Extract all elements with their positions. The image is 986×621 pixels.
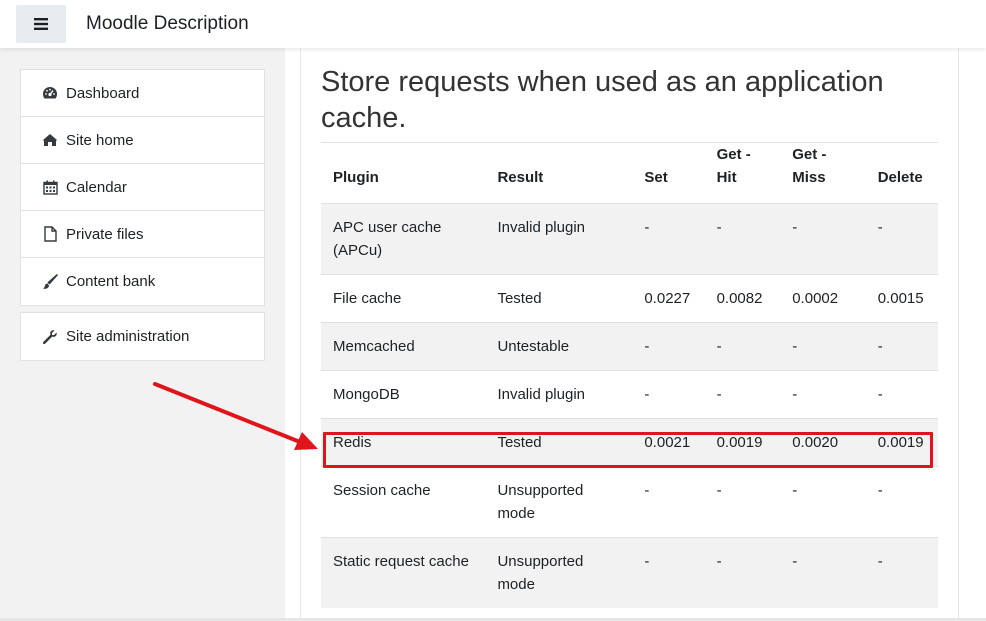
- cell-delete: -: [865, 466, 938, 538]
- cell-plugin: MongoDB: [321, 370, 486, 419]
- cell-get-hit: -: [704, 370, 781, 419]
- cell-plugin: Memcached: [321, 322, 486, 371]
- column-header-delete: Delete: [865, 142, 938, 204]
- nav-item-dashboard[interactable]: Dashboard: [21, 70, 264, 117]
- cell-get-miss: -: [780, 466, 866, 538]
- region-main-border-left: [300, 48, 301, 621]
- cell-get-hit: -: [704, 537, 781, 608]
- cell-delete: -: [865, 537, 938, 608]
- cell-get-miss: -: [780, 203, 866, 275]
- column-header-result: Result: [485, 142, 633, 204]
- table-row: File cache Tested 0.0227 0.0082 0.0002 0…: [321, 274, 938, 323]
- cell-get-hit: -: [704, 203, 781, 275]
- page-heading: Store requests when used as an applicati…: [321, 66, 884, 134]
- nav-item-content-bank[interactable]: Content bank: [21, 258, 264, 305]
- nav-item-label: Private files: [66, 225, 144, 243]
- cell-plugin: File cache: [321, 274, 486, 323]
- cell-set: 0.0227: [632, 274, 705, 323]
- table-row: Memcached Untestable - - - -: [321, 322, 938, 371]
- cell-set: -: [632, 466, 705, 538]
- cell-set: -: [632, 203, 705, 275]
- nav-item-site-home[interactable]: Site home: [21, 117, 264, 164]
- cell-delete: -: [865, 322, 938, 371]
- header-line: Hit: [716, 169, 737, 186]
- cell-result: Invalid plugin: [485, 370, 633, 419]
- table-header-row: Plugin Result Set Get - Hit Get - Miss Del…: [321, 142, 938, 204]
- column-header-plugin: Plugin: [321, 142, 486, 204]
- nav-item-label: Dashboard: [66, 84, 140, 102]
- cell-get-miss: -: [780, 537, 866, 608]
- cell-plugin: Session cache: [321, 466, 486, 538]
- header-line: Get -: [716, 146, 751, 163]
- cell-get-hit: -: [704, 466, 781, 538]
- file-icon: [41, 226, 59, 242]
- drawer-toggle-button[interactable]: [16, 5, 66, 43]
- table-row: Session cache Unsupported mode - - - -: [321, 466, 938, 538]
- column-header-get-hit: Get - Hit: [704, 142, 781, 204]
- cell-set: -: [632, 370, 705, 419]
- cell-plugin: APC user cache (APCu): [321, 203, 486, 275]
- nav-secondary-group: Site administration: [20, 312, 265, 361]
- calendar-icon: [41, 179, 59, 195]
- cache-performance-table: Plugin Result Set Get - Hit Get - Miss Del…: [321, 142, 938, 608]
- cell-result: Unsupported mode: [485, 537, 633, 608]
- cell-delete: -: [865, 370, 938, 419]
- cell-delete: 0.0015: [865, 274, 938, 323]
- hamburger-icon: [34, 18, 48, 30]
- cell-get-miss: -: [780, 370, 866, 419]
- table-row: MongoDB Invalid plugin - - - -: [321, 370, 938, 419]
- home-icon: [41, 132, 59, 148]
- cell-plugin: Static request cache: [321, 537, 486, 608]
- highlight-box: [323, 432, 933, 468]
- cell-get-miss: 0.0002: [780, 274, 866, 323]
- cell-set: -: [632, 537, 705, 608]
- cell-result: Unsupported mode: [485, 466, 633, 538]
- table-row: APC user cache (APCu) Invalid plugin - -…: [321, 203, 938, 275]
- nav-primary-group: Dashboard Site home Calendar Private fil…: [20, 69, 265, 306]
- header-line: Miss: [792, 169, 826, 186]
- nav-item-label: Site home: [66, 131, 134, 149]
- navbar: Moodle Description: [0, 0, 986, 48]
- cell-set: -: [632, 322, 705, 371]
- header-line: Get -: [792, 146, 827, 163]
- nav-item-label: Site administration: [66, 328, 190, 345]
- cell-result: Untestable: [485, 322, 633, 371]
- site-name-link[interactable]: Moodle Description: [86, 13, 249, 35]
- cell-result: Invalid plugin: [485, 203, 633, 275]
- nav-item-label: Content bank: [66, 273, 156, 290]
- tachometer-icon: [41, 85, 59, 101]
- cell-get-hit: 0.0082: [704, 274, 781, 323]
- nav-item-private-files[interactable]: Private files: [21, 211, 264, 258]
- cell-result: Tested: [485, 274, 633, 323]
- paintbrush-icon: [41, 273, 59, 290]
- cell-get-miss: -: [780, 322, 866, 371]
- region-main-border-right: [958, 48, 959, 621]
- table-row: Static request cache Unsupported mode - …: [321, 537, 938, 608]
- nav-item-label: Calendar: [66, 178, 127, 196]
- column-header-set: Set: [632, 142, 705, 204]
- nav-item-calendar[interactable]: Calendar: [21, 164, 264, 211]
- wrench-icon: [41, 329, 59, 345]
- cell-delete: -: [865, 203, 938, 275]
- cell-get-hit: -: [704, 322, 781, 371]
- nav-item-site-administration[interactable]: Site administration: [21, 313, 264, 360]
- column-header-get-miss: Get - Miss: [780, 142, 866, 204]
